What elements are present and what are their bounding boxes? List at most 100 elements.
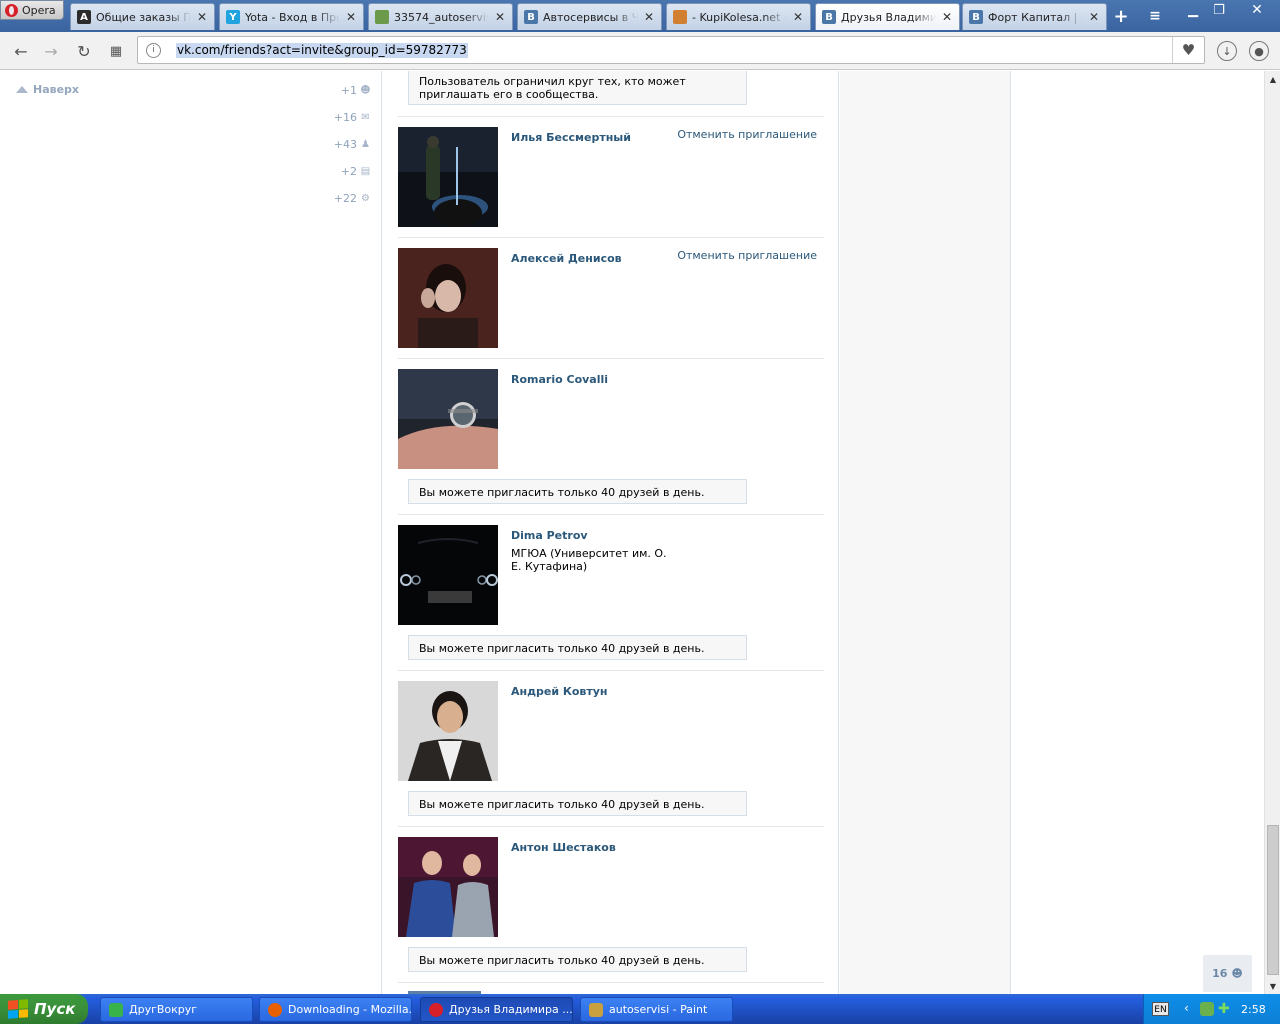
scroll-to-top-link[interactable]: Наверх xyxy=(16,83,79,96)
left-sidebar: Наверх +1 ☻ +16 ✉ +43 ♟ +2 ▤ +22 ⚙ xyxy=(0,71,382,994)
friends-online-count: 16 xyxy=(1212,967,1228,980)
windows-taskbar: Пуск ДругВокруг Downloading - Mozilla...… xyxy=(0,994,1280,1024)
invite-restricted-notice: Пользователь ограничил круг тех, кто мож… xyxy=(408,71,747,105)
tab-favicon-icon: B xyxy=(822,10,836,24)
tab-favicon-icon: B xyxy=(969,10,983,24)
counter-value: +43 xyxy=(333,138,357,151)
page-scrollbar[interactable]: ▲ ▼ xyxy=(1264,71,1280,994)
speed-dial-grid-icon[interactable]: ▦ xyxy=(104,39,128,63)
back-arrow-icon[interactable]: ← xyxy=(9,39,33,63)
tab-title: 33574_autoservisi xyxy=(394,10,489,24)
group-icon: ♟ xyxy=(361,138,370,150)
tab-druzya-vladimira[interactable]: B Друзья Владимира ✕ xyxy=(815,3,960,30)
counter-value: +16 xyxy=(333,111,357,124)
site-info-icon[interactable]: i xyxy=(146,43,161,58)
tab-menu-icon[interactable]: ≡ xyxy=(1143,5,1167,27)
friend-photo[interactable] xyxy=(398,369,498,469)
friend-name-link[interactable]: Антон Шестаков xyxy=(511,841,616,854)
tab-close-icon[interactable]: ✕ xyxy=(643,10,655,24)
tab-favicon-icon xyxy=(673,10,687,24)
address-bar-url[interactable]: vk.com/friends?act=invite&group_id=59782… xyxy=(176,43,468,58)
friend-photo[interactable] xyxy=(398,837,498,937)
downloads-icon[interactable]: ↓ xyxy=(1217,41,1237,61)
tab-title: Общие заказы Пер xyxy=(96,10,191,24)
scroll-to-top-label: Наверх xyxy=(33,83,80,96)
counter-messages[interactable]: +16 ✉ xyxy=(334,111,371,124)
cancel-invite-link[interactable]: Отменить приглашение xyxy=(677,128,817,141)
friend-photo-image xyxy=(398,369,498,469)
counter-groups[interactable]: +43 ♟ xyxy=(334,138,371,151)
scroll-down-arrow-icon[interactable]: ▼ xyxy=(1265,978,1280,994)
tab-autoservisi[interactable]: 33574_autoservisi ✕ xyxy=(368,3,513,30)
friend-name-link[interactable]: Илья Бессмертный xyxy=(511,131,631,144)
divider xyxy=(398,982,824,983)
friend-photo[interactable] xyxy=(398,248,498,348)
counter-value: +2 xyxy=(340,165,357,178)
tab-title: - KupiKolesa.net - А xyxy=(692,10,787,24)
tab-favicon-icon xyxy=(375,10,389,24)
counter-value: +1 xyxy=(340,84,357,97)
friend-name-link[interactable]: Dima Petrov xyxy=(511,529,588,542)
tab-close-icon[interactable]: ✕ xyxy=(792,10,804,24)
clock[interactable]: 2:58 xyxy=(1241,1003,1266,1016)
tray-expand-chevron-icon[interactable]: ‹ xyxy=(1184,1001,1189,1015)
start-button[interactable]: Пуск xyxy=(0,994,88,1024)
divider xyxy=(398,116,824,117)
divider xyxy=(398,670,824,671)
tab-close-icon[interactable]: ✕ xyxy=(345,10,357,24)
tab-kupikolesa[interactable]: - KupiKolesa.net - А ✕ xyxy=(666,3,811,30)
tab-close-icon[interactable]: ✕ xyxy=(1088,10,1100,24)
tab-title: Yota - Вход в Проф xyxy=(245,10,340,24)
bookmark-heart-icon[interactable]: ♥ xyxy=(1172,37,1204,63)
friends-invite-list: Пользователь ограничил круг тех, кто мож… xyxy=(383,71,839,994)
tab-close-icon[interactable]: ✕ xyxy=(494,10,506,24)
friend-photo-image xyxy=(398,837,498,937)
counter-friend-requests[interactable]: +1 ☻ xyxy=(341,84,371,97)
scrollbar-thumb[interactable] xyxy=(1267,825,1279,975)
close-window-icon[interactable]: ✕ xyxy=(1240,0,1274,20)
minimize-icon[interactable]: ▁ xyxy=(1180,0,1206,20)
forward-arrow-icon[interactable]: → xyxy=(39,39,63,63)
tab-avtoservisy[interactable]: B Автосервисы в Ча ✕ xyxy=(517,3,662,30)
taskbar-item-drugvokrug[interactable]: ДругВокруг xyxy=(100,997,253,1022)
counter-comments[interactable]: +2 ▤ xyxy=(341,165,371,178)
tab-close-icon[interactable]: ✕ xyxy=(196,10,208,24)
account-icon[interactable]: ● xyxy=(1249,41,1269,61)
tray-drugvokrug-icon[interactable]: ✚ xyxy=(1218,1001,1230,1017)
tab-close-icon[interactable]: ✕ xyxy=(941,10,953,24)
tab-yota[interactable]: Y Yota - Вход в Проф ✕ xyxy=(219,3,364,30)
windows-logo-icon xyxy=(8,999,28,1019)
scroll-up-arrow-icon[interactable]: ▲ xyxy=(1265,71,1280,87)
opera-menu-button[interactable]: Opera xyxy=(0,0,64,20)
tab-favicon-icon: A xyxy=(77,10,91,24)
friend-name-link[interactable]: Romario Covalli xyxy=(511,373,608,386)
cancel-invite-link[interactable]: Отменить приглашение xyxy=(677,249,817,262)
address-bar[interactable]: i vk.com/friends?act=invite&group_id=597… xyxy=(137,36,1205,64)
taskbar-item-label: Друзья Владимира ... xyxy=(449,1003,573,1016)
taskbar-item-opera[interactable]: Друзья Владимира ... xyxy=(420,997,573,1022)
counter-apps[interactable]: +22 ⚙ xyxy=(334,192,371,205)
taskbar-item-paint[interactable]: autoservisi - Paint xyxy=(580,997,733,1022)
firefox-app-icon xyxy=(268,1002,282,1017)
restore-icon[interactable]: ❐ xyxy=(1206,0,1232,20)
friends-online-badge[interactable]: 16 ☻ xyxy=(1203,955,1252,992)
friend-name-link[interactable]: Алексей Денисов xyxy=(511,252,622,265)
opera-logo-icon xyxy=(5,3,18,17)
language-indicator[interactable]: EN xyxy=(1152,1002,1169,1016)
new-tab-plus-icon[interactable]: + xyxy=(1109,5,1133,27)
tab-fort-kapital[interactable]: B Форт Капитал | ко ✕ xyxy=(962,3,1107,30)
reload-icon[interactable]: ↻ xyxy=(72,39,96,63)
friend-university: МГЮА (Университет им. О. Е. Кутафина) xyxy=(511,547,667,573)
invite-limit-notice: Вы можете пригласить только 40 друзей в … xyxy=(408,947,747,972)
person-icon: ☻ xyxy=(1231,967,1243,980)
tab-favicon-icon: B xyxy=(524,10,538,24)
friend-photo-image xyxy=(398,127,498,227)
friend-photo[interactable] xyxy=(398,681,498,781)
opera-app-icon xyxy=(429,1002,443,1017)
friend-name-link[interactable]: Андрей Ковтун xyxy=(511,685,608,698)
friend-photo[interactable] xyxy=(398,127,498,227)
friend-photo[interactable] xyxy=(398,525,498,625)
taskbar-item-firefox[interactable]: Downloading - Mozilla... xyxy=(259,997,412,1022)
tab-obshchie-zakazy[interactable]: A Общие заказы Пер ✕ xyxy=(70,3,215,30)
tray-app-icon[interactable] xyxy=(1200,1002,1214,1016)
